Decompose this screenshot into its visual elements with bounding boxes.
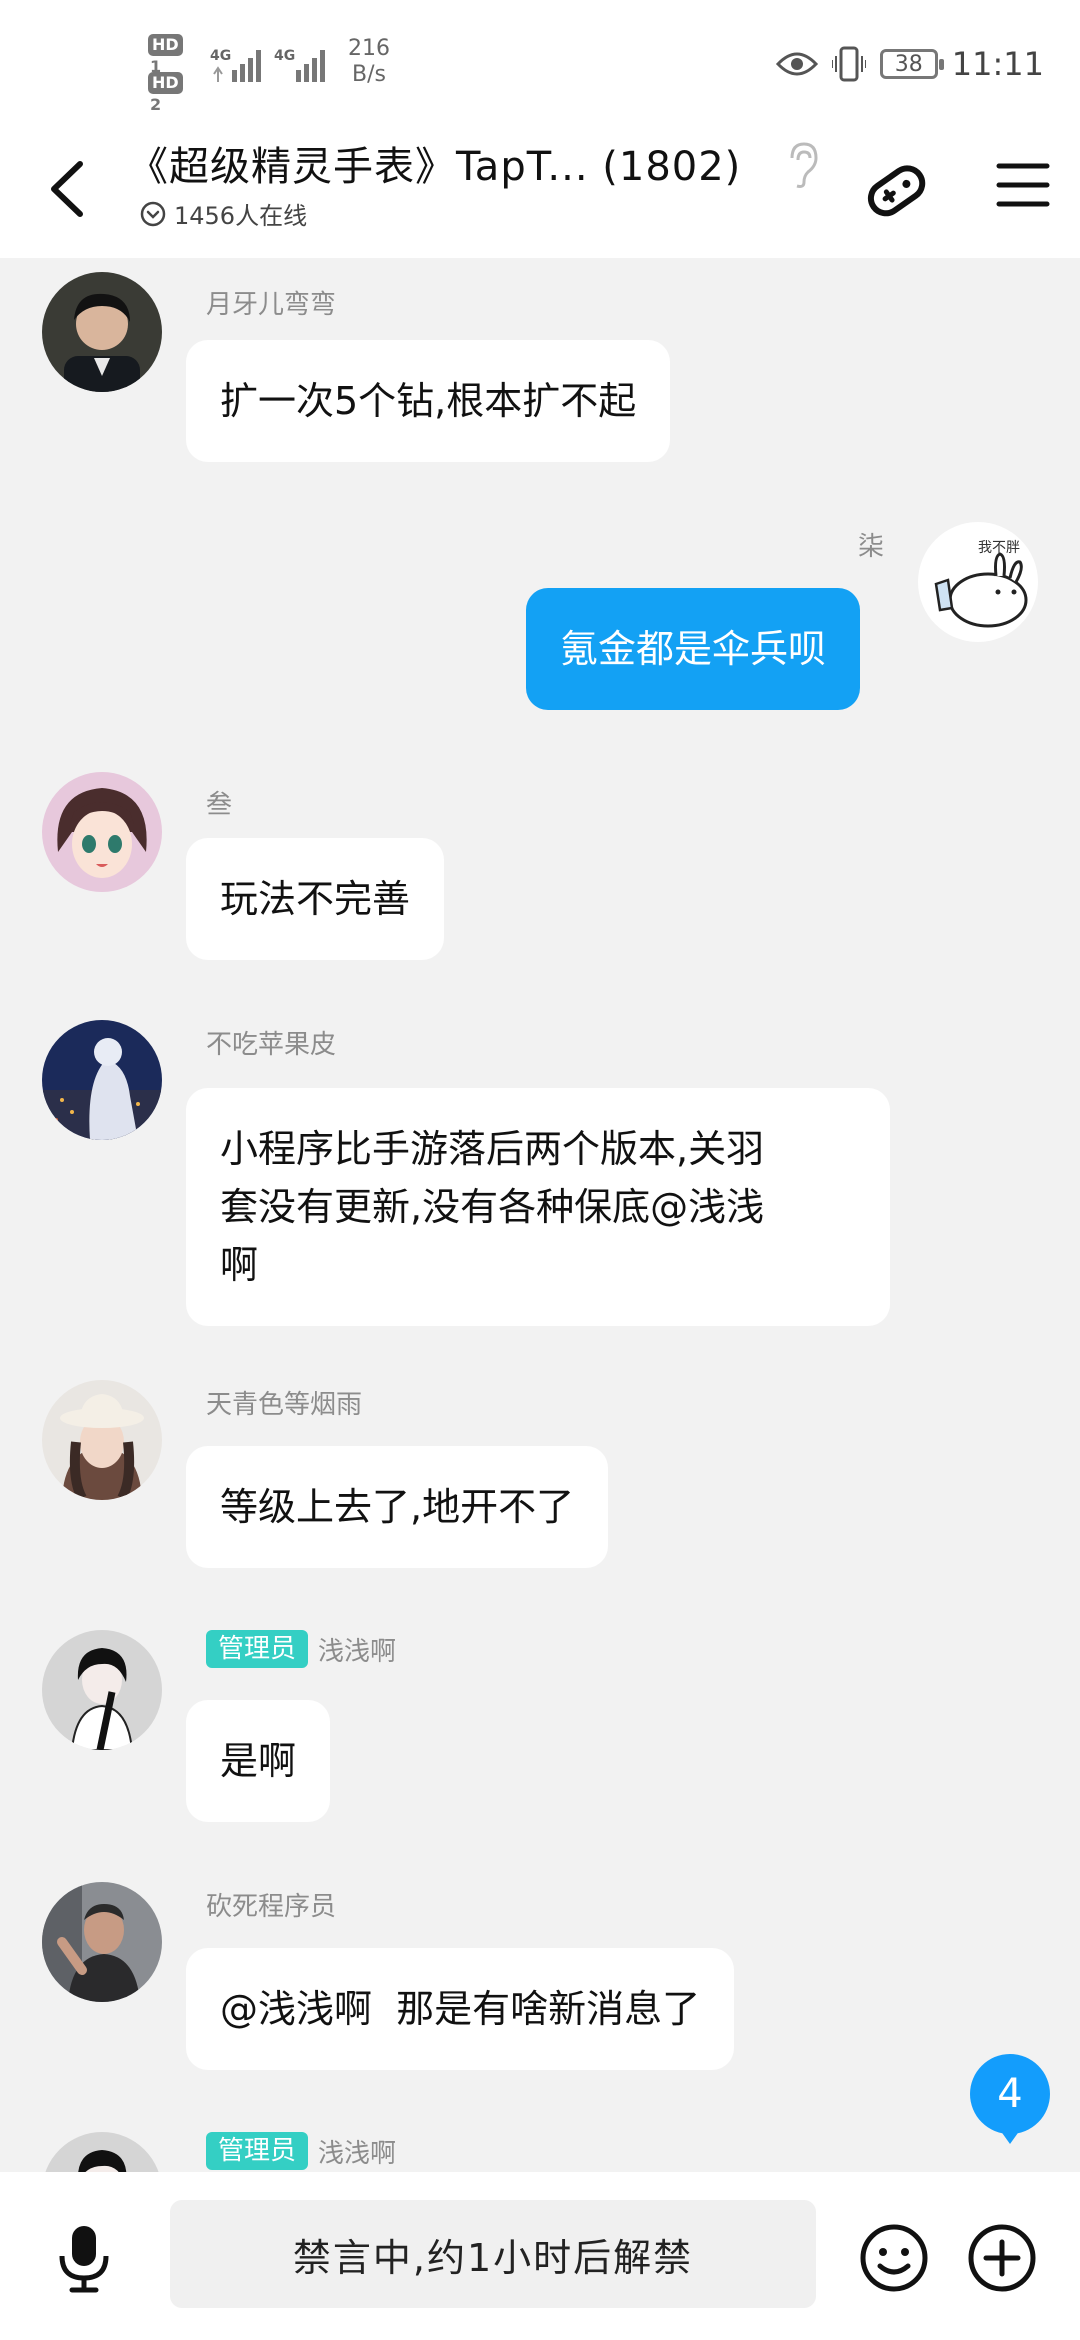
boy-avatar[interactable] — [42, 272, 162, 392]
admin-badge: 管理员 — [206, 1630, 309, 1668]
battery-icon: 38 — [879, 49, 944, 79]
message-bubble[interactable]: @浅浅啊 那是有啥新消息了 — [186, 1948, 735, 2070]
microphone-icon[interactable] — [50, 2222, 118, 2294]
sender-name: 柒 — [857, 532, 884, 562]
sender-name: 天青色等烟雨 — [206, 1390, 363, 1420]
message-input[interactable]: 禁言中,约1小时后解禁 — [170, 2200, 816, 2308]
cartoon-rabbit-avatar[interactable]: 我不胖 — [918, 522, 1038, 642]
message-bubble[interactable]: 扩一次5个钻,根本扩不起 — [186, 340, 671, 462]
sender-name-row: 管理员 浅浅啊 — [206, 1630, 396, 1668]
eye-icon — [775, 52, 818, 76]
svg-text:我不胖: 我不胖 — [978, 540, 1020, 556]
new-message-count-button[interactable]: 4 — [970, 2054, 1050, 2144]
network-speed: 216 B/s — [348, 36, 390, 87]
sender-name: 砍死程序员 — [206, 1892, 337, 1922]
sender-name: 月牙儿弯弯 — [206, 290, 337, 320]
sender-name: 叁 — [206, 790, 233, 820]
group-title[interactable]: 《超级精灵手表》TapT... (1802) — [128, 134, 741, 192]
sender-name-row: 管理员 浅浅啊 — [206, 2132, 396, 2170]
man-avatar[interactable] — [42, 1882, 162, 2002]
hd1-indicator: HD 1 — [148, 34, 200, 76]
chat-header: 《超级精灵手表》TapT... (1802) 1456人在线 — [0, 130, 1080, 258]
menu-icon[interactable] — [996, 158, 1050, 212]
signal1-icon: 4G — [210, 46, 270, 86]
emoji-icon[interactable] — [858, 2222, 930, 2294]
hd2-indicator: HD 2 — [148, 72, 200, 114]
bottom-input-bar: 禁言中,约1小时后解禁 — [0, 2172, 1080, 2340]
sender-name: 不吃苹果皮 — [206, 1030, 337, 1060]
anime-boy-avatar[interactable] — [42, 1630, 162, 1750]
status-right: 38 11:11 — [775, 44, 1044, 84]
chevron-down-icon — [140, 201, 166, 226]
ear-icon[interactable] — [784, 140, 820, 190]
message-bubble[interactable]: 小程序比手游落后两个版本,关羽 套没有更新,没有各种保底@浅浅 啊 — [186, 1088, 890, 1326]
message-bubble-self[interactable]: 氪金都是伞兵呗 — [526, 588, 861, 710]
sender-name: 浅浅啊 — [318, 1636, 397, 1667]
online-count[interactable]: 1456人在线 — [140, 196, 307, 231]
message-bubble[interactable]: 等级上去了,地开不了 — [186, 1446, 609, 1568]
message-bubble[interactable]: 玩法不完善 — [186, 838, 445, 960]
signal2-icon: 4G — [274, 46, 334, 86]
status-bar: HD 1 HD 2 4G 4G 216 B/s 38 11:11 — [0, 0, 1080, 130]
game-link-icon[interactable] — [856, 150, 936, 230]
plus-icon[interactable] — [966, 2222, 1038, 2294]
message-bubble[interactable]: 是啊 — [186, 1700, 331, 1822]
vibrate-icon — [831, 46, 866, 82]
admin-badge: 管理员 — [206, 2132, 309, 2170]
back-button[interactable] — [44, 156, 94, 222]
sender-name: 浅浅啊 — [318, 2138, 397, 2169]
night-city-avatar[interactable] — [42, 1020, 162, 1140]
girl-hat-avatar[interactable] — [42, 1380, 162, 1500]
anime-girl-avatar[interactable] — [42, 772, 162, 892]
online-count-label: 1456人在线 — [174, 202, 308, 230]
clock: 11:11 — [951, 45, 1044, 83]
